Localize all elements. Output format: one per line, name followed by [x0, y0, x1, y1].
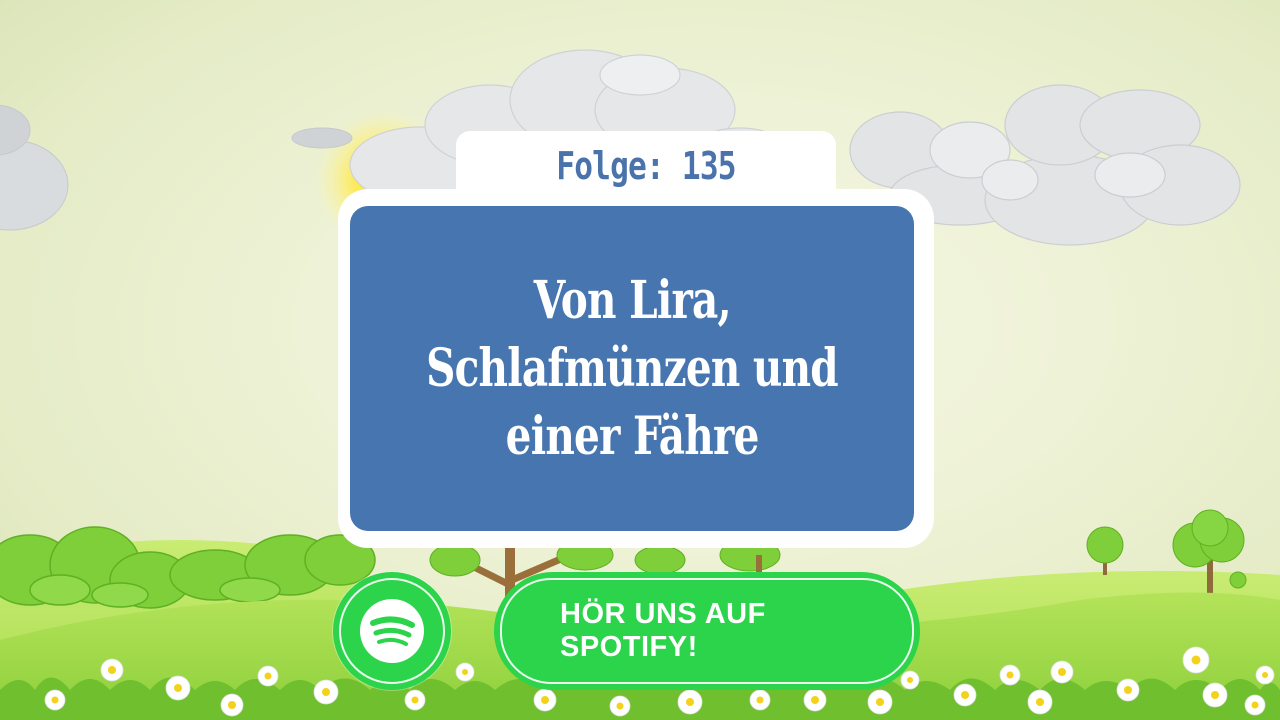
- title-line-1: Von Lira,: [533, 269, 731, 331]
- listen-on-spotify-label: HÖR UNS AUF SPOTIFY!: [560, 598, 766, 663]
- spotify-icon: [360, 599, 424, 663]
- cloud-left: [0, 104, 353, 231]
- episode-number: Folge: 135: [556, 144, 736, 188]
- episode-title: Von Lira, Schlafmünzen und einer Fähre: [350, 206, 914, 531]
- title-line-3: einer Fähre: [505, 405, 760, 467]
- title-line-2: Schlafmünzen und: [426, 337, 839, 399]
